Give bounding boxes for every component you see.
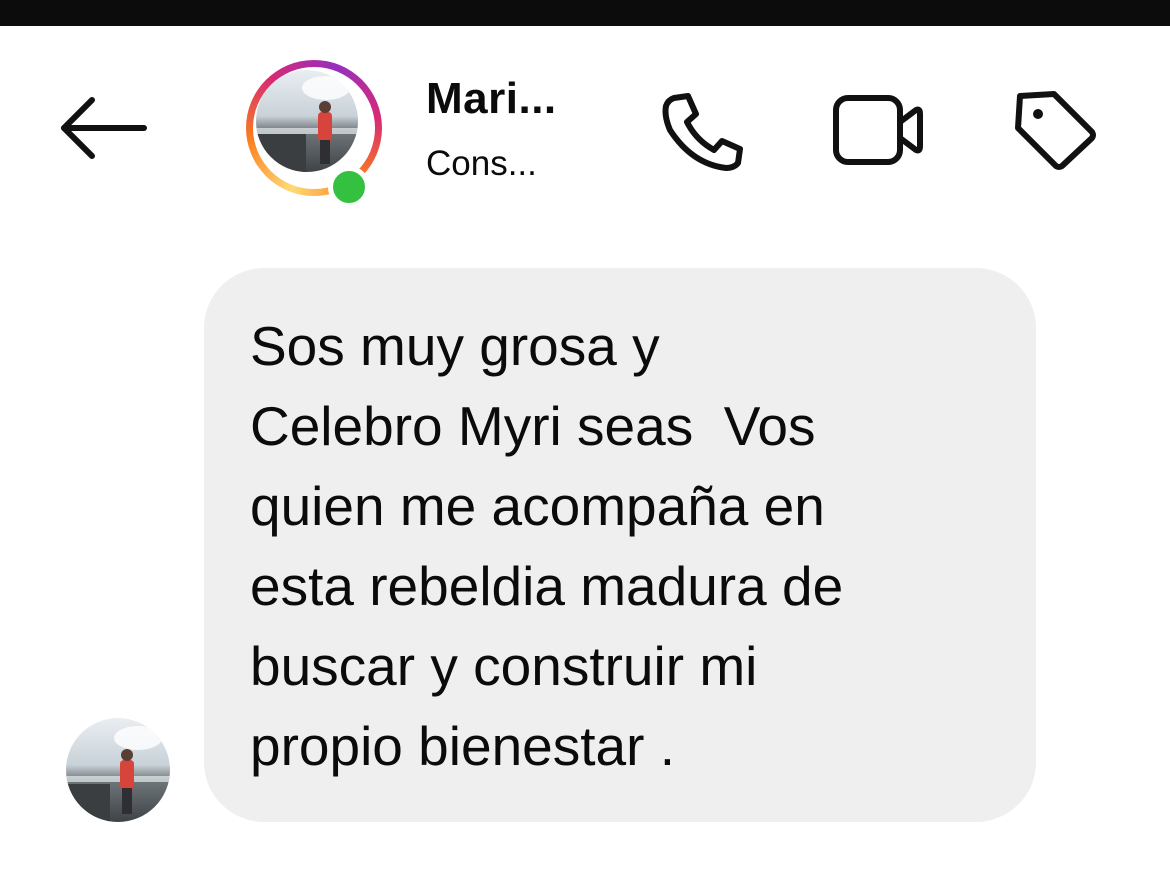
tag-icon (1015, 91, 1096, 170)
message-line-1: Sos muy grosa y (250, 315, 660, 377)
status-bar (0, 0, 1170, 26)
message-line-2: Celebro Myri seas Vos (250, 395, 816, 457)
avatar-photo (256, 70, 358, 172)
message-line-5: buscar y construir mi (250, 635, 758, 697)
online-status-indicator (328, 166, 370, 208)
message-line-4: esta rebeldia madura de (250, 555, 844, 617)
video-camera-icon (833, 95, 923, 165)
contact-avatar[interactable] (246, 60, 382, 208)
video-call-button[interactable] (830, 90, 926, 175)
message-line-3: quien me acompaña en (250, 475, 825, 537)
contact-status: Cons... (426, 144, 537, 183)
avatar-photo (66, 726, 170, 822)
arrow-left-icon (61, 97, 147, 159)
call-button[interactable] (656, 88, 752, 177)
message-line-6: propio bienestar . (250, 715, 675, 777)
label-button[interactable] (1006, 86, 1102, 177)
chat-header: Mari... Cons... (0, 26, 1170, 226)
sender-avatar[interactable] (66, 718, 170, 822)
contact-name[interactable]: Mari... (426, 74, 557, 124)
back-button[interactable] (56, 96, 152, 160)
phone-icon (662, 93, 743, 171)
